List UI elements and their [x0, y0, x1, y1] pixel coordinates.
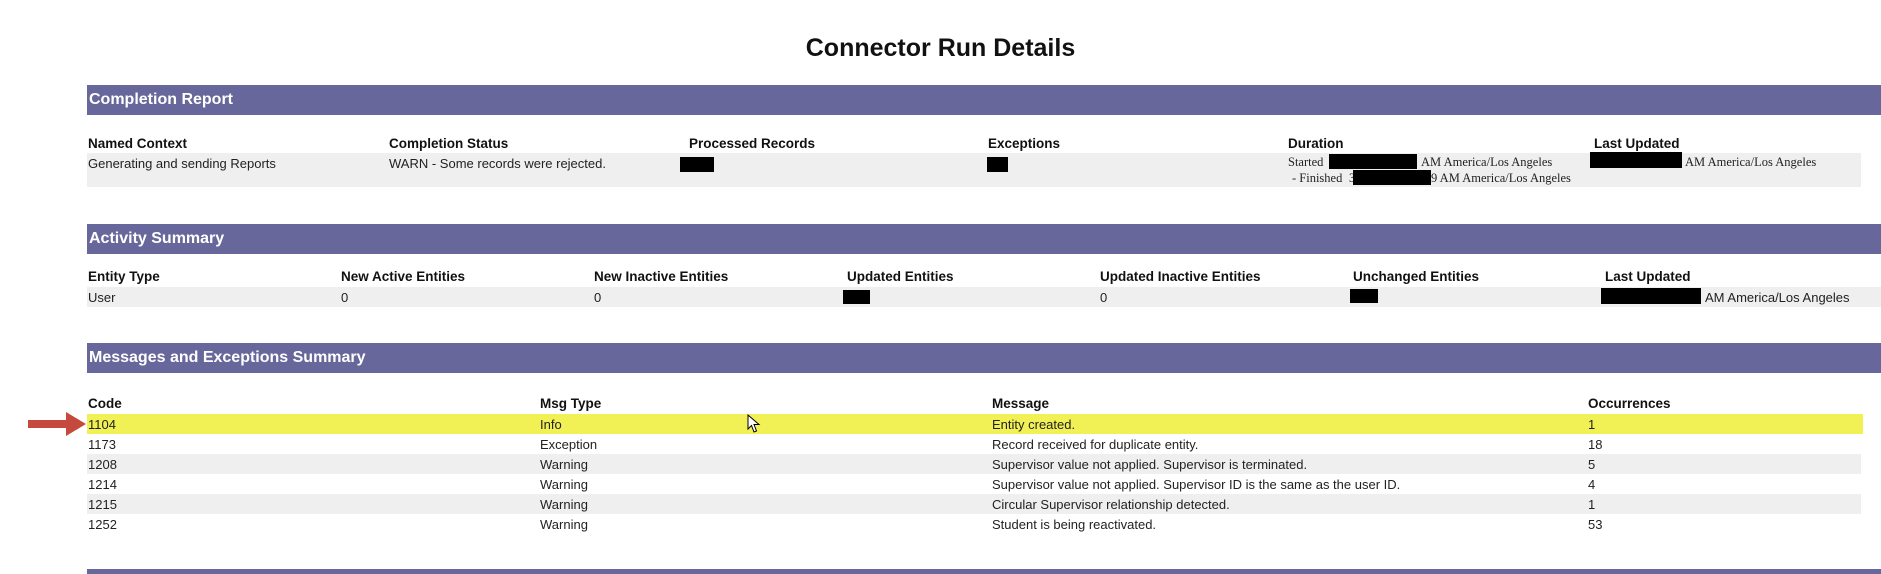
col-unchanged-entities: Unchanged Entities: [1353, 269, 1480, 284]
activity-summary-header: Activity Summary: [87, 224, 1881, 254]
col-new-inactive-entities: New Inactive Entities: [594, 269, 729, 284]
col-msg-type: Msg Type: [540, 396, 602, 411]
redacted-finished-time: [1353, 170, 1431, 185]
col-message: Message: [992, 396, 1050, 411]
col-processed-records: Processed Records: [689, 136, 816, 151]
col-occurrences: Occurrences: [1588, 396, 1671, 411]
col-updated-inactive-entities: Updated Inactive Entities: [1100, 269, 1261, 284]
msg-type-cell: Warning: [540, 477, 588, 492]
completion-report-row: Generating and sending Reports WARN - So…: [87, 152, 1861, 187]
red-arrow-icon: [28, 412, 86, 436]
redacted-processed-records: [680, 157, 714, 172]
col-exceptions: Exceptions: [988, 136, 1061, 151]
col-last-updated: Last Updated: [1594, 136, 1680, 151]
code-cell: 1173: [88, 437, 116, 452]
message-cell: Entity created.: [992, 417, 1076, 432]
entity-type-value: User: [88, 290, 116, 305]
col-entity-type: Entity Type: [88, 269, 160, 284]
col-updated-entities: Updated Entities: [847, 269, 954, 284]
new-active-value: 0: [341, 290, 349, 305]
duration-finished-suffix: 9 AM America/Los Angeles: [1431, 171, 1571, 185]
code-cell: 1104: [88, 417, 116, 432]
redacted-last-updated: [1590, 152, 1682, 168]
updated-inactive-value: 0: [1100, 290, 1108, 305]
named-context-value: Generating and sending Reports: [88, 156, 276, 171]
msg-type-cell: Warning: [540, 517, 588, 532]
occurrences-cell: 4: [1588, 477, 1596, 492]
table-row[interactable]: 1214 Warning Supervisor value not applie…: [87, 474, 1861, 494]
redacted-started-time: [1329, 154, 1417, 169]
code-cell: 1208: [88, 457, 117, 472]
page-title: Connector Run Details: [805, 34, 1076, 62]
message-cell: Circular Supervisor relationship detecte…: [992, 497, 1230, 512]
table-row[interactable]: 1173 Exception Record received for dupli…: [87, 434, 1861, 454]
table-row[interactable]: 1104 Info Entity created. 1: [87, 414, 1863, 434]
table-row[interactable]: 1252 Warning Student is being reactivate…: [87, 514, 1861, 534]
occurrences-cell: 18: [1588, 437, 1603, 452]
redacted-unchanged-entities: [1350, 289, 1378, 303]
next-section-header: [87, 569, 1881, 574]
activity-last-updated-suffix: AM America/Los Angeles: [1705, 290, 1850, 305]
duration-started-suffix: AM America/Los Angeles: [1421, 155, 1553, 169]
new-inactive-value: 0: [594, 290, 602, 305]
col-completion-status: Completion Status: [389, 136, 509, 151]
last-updated-suffix: AM America/Los Angeles: [1685, 155, 1817, 169]
col-code: Code: [88, 396, 122, 411]
redacted-exceptions: [987, 157, 1008, 172]
duration-started-prefix: Started: [1288, 155, 1324, 169]
msg-type-cell: Warning: [540, 457, 588, 472]
msg-type-cell: Warning: [540, 497, 588, 512]
duration-finished-prefix: - Finished: [1292, 171, 1343, 185]
col-named-context: Named Context: [88, 136, 188, 151]
code-cell: 1214: [88, 477, 117, 492]
activity-summary-row: User 0 0 0 AM America/Los Angeles: [87, 287, 1881, 307]
code-cell: 1215: [88, 497, 117, 512]
message-cell: Supervisor value not applied. Supervisor…: [992, 457, 1308, 472]
col-activity-last-updated: Last Updated: [1605, 269, 1691, 284]
message-cell: Record received for duplicate entity.: [992, 437, 1199, 452]
completion-status-value: WARN - Some records were rejected.: [389, 156, 606, 171]
occurrences-cell: 5: [1588, 457, 1596, 472]
table-row[interactable]: 1215 Warning Circular Supervisor relatio…: [87, 494, 1861, 514]
msg-type-cell: Exception: [540, 437, 598, 452]
redacted-updated-entities: [843, 290, 870, 304]
redacted-activity-last-updated: [1601, 288, 1701, 304]
col-duration: Duration: [1288, 136, 1344, 151]
msg-type-cell: Info: [540, 417, 562, 432]
col-new-active-entities: New Active Entities: [341, 269, 466, 284]
occurrences-cell: 1: [1588, 497, 1596, 512]
code-cell: 1252: [88, 517, 117, 532]
mouse-cursor-icon: [747, 414, 761, 433]
completion-report-header: Completion Report: [87, 85, 1881, 115]
table-row[interactable]: 1208 Warning Supervisor value not applie…: [87, 454, 1861, 474]
messages-summary-header: Messages and Exceptions Summary: [87, 343, 1881, 373]
message-cell: Supervisor value not applied. Supervisor…: [992, 477, 1401, 492]
occurrences-cell: 53: [1588, 517, 1603, 532]
occurrences-cell: 1: [1588, 417, 1596, 432]
message-cell: Student is being reactivated.: [992, 517, 1157, 532]
